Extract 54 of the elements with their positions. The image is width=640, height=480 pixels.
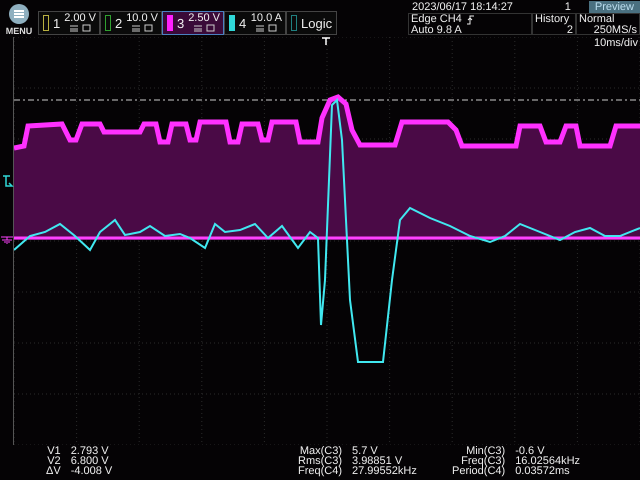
preview-label: Preview — [588, 0, 640, 12]
channel-scale: 2.50 V — [188, 12, 220, 24]
channel-scale: 10.0 V — [126, 12, 158, 24]
trigger-panel[interactable]: Edge CH4 Auto 9.8 A — [408, 13, 532, 35]
measurement-label: Rms(C3) — [298, 456, 342, 466]
timebase-label: 10ms/div — [594, 37, 638, 49]
coupling-icon — [193, 24, 217, 32]
measurement-value: 5.7 V — [352, 446, 378, 456]
coupling-icon — [255, 24, 279, 32]
channel-tab[interactable]: 3 2.50 V — [162, 11, 224, 35]
coupling-icon — [69, 24, 93, 32]
channel-number: 3 — [177, 16, 184, 30]
measurement-value: 3.98851 V — [352, 456, 402, 466]
channel-number: 1 — [53, 16, 60, 30]
trigger-position-icon — [322, 37, 330, 45]
ground-marker-icon — [1, 234, 13, 244]
logic-tab[interactable]: Logic — [286, 11, 338, 35]
menu-icon — [9, 4, 29, 24]
history-panel[interactable]: History 2 — [532, 13, 576, 35]
cursor-label: V2 — [47, 456, 61, 466]
measurement-label: Min(C3) — [466, 446, 506, 456]
cursor-value: 6.800 V — [70, 456, 109, 466]
date-time: 2023/06/17 18:14:27 — [411, 0, 513, 12]
measurement-label: Freq(C3) — [461, 456, 506, 466]
measurement-label: Period(C4) — [452, 466, 506, 476]
channel-number: 2 — [115, 16, 122, 30]
cursor-label: ΔV — [46, 466, 61, 476]
coupling-icon — [131, 24, 155, 32]
acquisition-mode: Normal — [579, 14, 616, 25]
trigger-level-icon — [2, 175, 14, 187]
measurement-value: -0.6 V — [515, 446, 545, 456]
measurement-value: 27.99552kHz — [352, 466, 417, 476]
acquisition-count: 1 — [564, 0, 571, 12]
channel-tab[interactable]: 1 2.00 V — [38, 11, 100, 35]
measurement-label: Freq(C4) — [298, 466, 342, 476]
channel-tab[interactable]: 4 10.0 A — [224, 11, 286, 35]
channel-scale: 10.0 A — [250, 12, 282, 24]
measurement-value: 16.02564kHz — [515, 456, 580, 466]
channel-tab[interactable]: 2 10.0 V — [100, 11, 162, 35]
cursor-value: -4.008 V — [70, 466, 112, 476]
measurement-value: 0.03572ms — [515, 466, 571, 476]
trigger-mode-level: Auto 9.8 A — [411, 25, 463, 36]
channel-number: 4 — [239, 16, 246, 30]
history-value: 2 — [566, 25, 573, 36]
acquisition-panel[interactable]: Normal 250MS/s — [576, 13, 640, 35]
trigger-source: Edge CH4 — [411, 14, 462, 25]
channel-scale: 2.00 V — [64, 12, 96, 24]
measurement-label: Max(C3) — [300, 446, 342, 456]
cursor-label: V1 — [46, 446, 61, 456]
sample-rate: 250MS/s — [592, 25, 637, 36]
menu-button[interactable]: MENU — [0, 0, 38, 37]
history-label: History — [535, 14, 570, 25]
rising-edge-icon — [466, 14, 475, 24]
cursor-value: 2.793 V — [70, 446, 110, 456]
